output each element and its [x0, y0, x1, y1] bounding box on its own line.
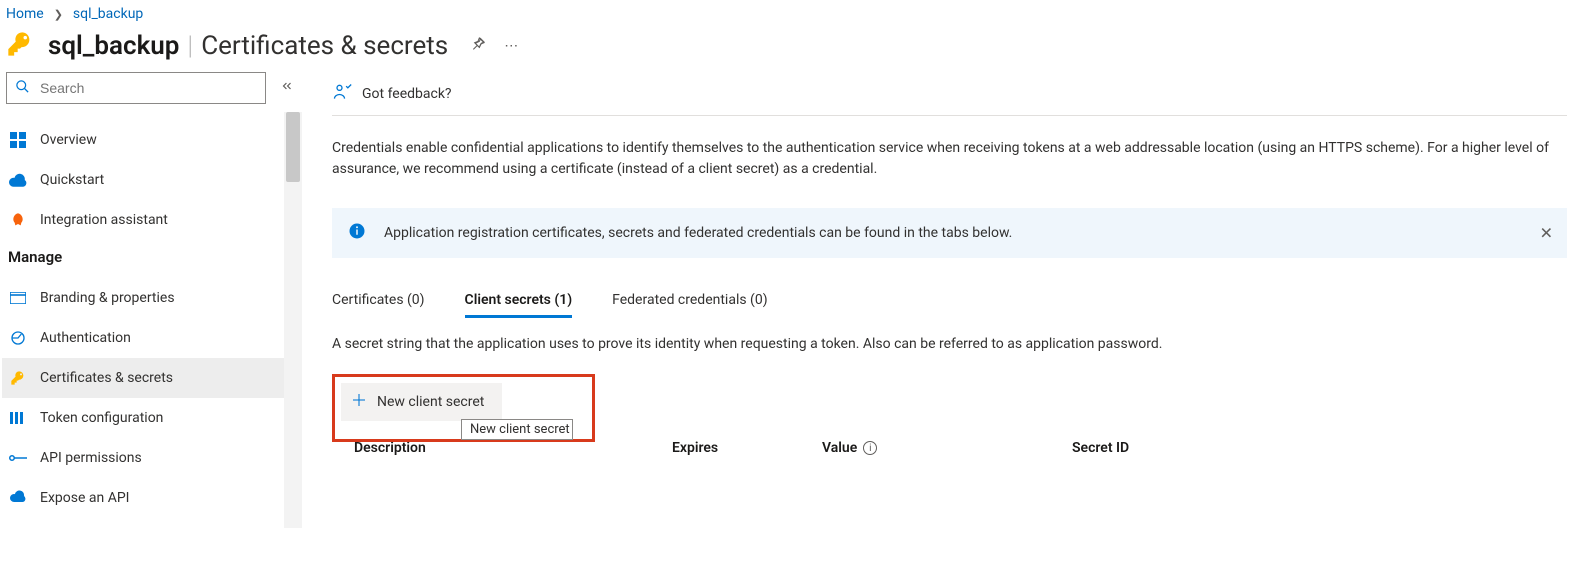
- sidebar-manage-section: Branding & properties Authentication Cer…: [2, 272, 302, 518]
- token-icon: [8, 408, 28, 428]
- title-app-name: sql_backup: [48, 31, 179, 61]
- column-value: Value i: [822, 440, 1072, 462]
- sidebar-item-label: Token configuration: [40, 410, 163, 426]
- sidebar-top-section: Overview Quickstart Integration assistan…: [2, 114, 302, 240]
- api-icon: [8, 448, 28, 468]
- title-separator: |: [187, 31, 193, 61]
- close-icon[interactable]: ✕: [1540, 224, 1553, 243]
- new-client-secret-button[interactable]: New client secret: [341, 383, 502, 421]
- sidebar-item-label: Certificates & secrets: [40, 370, 173, 386]
- sidebar-item-overview[interactable]: Overview: [2, 120, 302, 160]
- auth-icon: [8, 328, 28, 348]
- search-box[interactable]: [6, 72, 266, 104]
- sidebar-item-quickstart[interactable]: Quickstart: [2, 160, 302, 200]
- more-icon[interactable]: ⋯: [504, 38, 518, 54]
- new-client-secret-label: New client secret: [377, 394, 484, 410]
- sidebar-item-label: Authentication: [40, 330, 131, 346]
- intro-text: Credentials enable confidential applicat…: [332, 138, 1562, 180]
- cloud-icon: [8, 170, 28, 190]
- column-expires: Expires: [672, 440, 822, 462]
- sidebar-heading-manage: Manage: [2, 240, 302, 272]
- sidebar-item-label: Integration assistant: [40, 212, 168, 228]
- main-content: Got feedback? Credentials enable confide…: [302, 72, 1587, 528]
- feedback-bar[interactable]: Got feedback?: [332, 72, 1567, 116]
- breadcrumb-current[interactable]: sql_backup: [73, 6, 143, 22]
- sidebar-scrollbar-thumb[interactable]: [286, 112, 300, 182]
- sidebar-item-token-configuration[interactable]: Token configuration: [2, 398, 302, 438]
- search-input[interactable]: [38, 79, 257, 97]
- collapse-sidebar-icon[interactable]: [280, 79, 294, 97]
- rocket-icon: [8, 210, 28, 230]
- info-icon: [348, 222, 366, 244]
- sidebar-item-expose-api[interactable]: Expose an API: [2, 478, 302, 518]
- info-circle-icon[interactable]: i: [863, 441, 877, 455]
- sidebar-item-label: API permissions: [40, 450, 142, 466]
- key-icon: [8, 368, 28, 388]
- tab-certificates[interactable]: Certificates (0): [332, 286, 425, 318]
- expose-icon: [8, 488, 28, 508]
- breadcrumb: Home ❯ sql_backup: [0, 0, 1587, 26]
- sidebar-scrollbar[interactable]: [284, 112, 302, 528]
- tab-description: A secret string that the application use…: [332, 336, 1567, 352]
- title-page-name: Certificates & secrets: [201, 31, 448, 61]
- feedback-icon: [332, 82, 352, 106]
- tabs: Certificates (0) Client secrets (1) Fede…: [332, 286, 1567, 318]
- column-description: Description: [332, 440, 672, 462]
- sidebar-item-label: Overview: [40, 132, 97, 148]
- banner-text: Application registration certificates, s…: [384, 225, 1012, 241]
- column-value-label: Value: [822, 440, 857, 456]
- key-icon: [6, 30, 34, 62]
- grid-icon: [8, 130, 28, 150]
- info-banner: Application registration certificates, s…: [332, 208, 1567, 258]
- sidebar-item-label: Branding & properties: [40, 290, 175, 306]
- page-title: sql_backup | Certificates & secrets: [48, 31, 448, 61]
- highlight-box: New client secret New client secret: [332, 374, 595, 442]
- sidebar-item-branding[interactable]: Branding & properties: [2, 278, 302, 318]
- sidebar: Overview Quickstart Integration assistan…: [0, 72, 302, 528]
- page-title-row: sql_backup | Certificates & secrets ⋯: [0, 26, 1587, 72]
- chevron-right-icon: ❯: [54, 8, 63, 21]
- feedback-label: Got feedback?: [362, 86, 452, 102]
- sidebar-item-integration-assistant[interactable]: Integration assistant: [2, 200, 302, 240]
- sidebar-item-label: Quickstart: [40, 172, 104, 188]
- tab-client-secrets[interactable]: Client secrets (1): [465, 286, 573, 318]
- sidebar-item-label: Expose an API: [40, 490, 129, 506]
- breadcrumb-home[interactable]: Home: [6, 6, 44, 22]
- branding-icon: [8, 288, 28, 308]
- tooltip: New client secret: [461, 419, 573, 440]
- sidebar-item-authentication[interactable]: Authentication: [2, 318, 302, 358]
- sidebar-item-certificates-secrets[interactable]: Certificates & secrets: [2, 358, 302, 398]
- pin-icon[interactable]: [470, 36, 486, 56]
- sidebar-item-api-permissions[interactable]: API permissions: [2, 438, 302, 478]
- column-secret-id: Secret ID: [1072, 440, 1322, 462]
- plus-icon: [351, 392, 367, 412]
- search-icon: [15, 79, 30, 98]
- tab-federated-credentials[interactable]: Federated credentials (0): [612, 286, 767, 318]
